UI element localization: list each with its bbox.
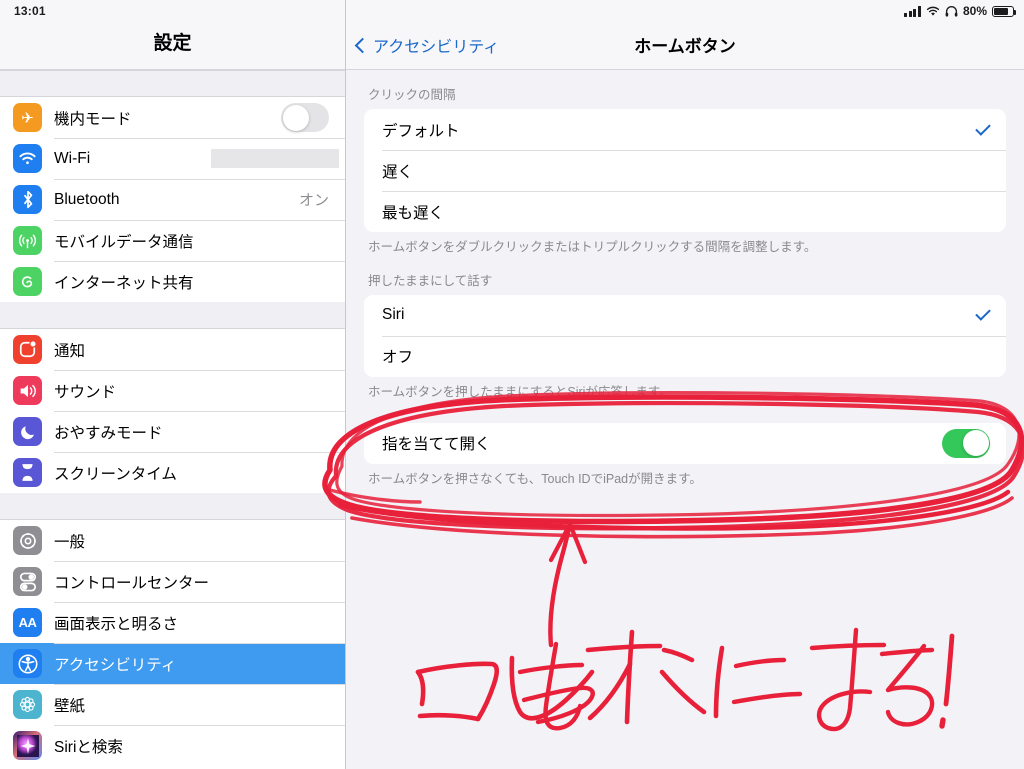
- notifications-icon: [13, 335, 42, 364]
- sidebar-item-label: Siriと検索: [54, 738, 123, 756]
- sidebar-item-2-g2[interactable]: AA 画面表示と明るさ: [0, 602, 345, 643]
- sidebar-group-separator: [0, 302, 345, 329]
- sidebar-item-label: 一般: [54, 533, 86, 551]
- sidebar-item-5-g2[interactable]: Siriと検索: [0, 725, 345, 766]
- settings-row[interactable]: Siri: [364, 295, 1006, 336]
- sidebar-item-label: サウンド: [54, 383, 117, 401]
- section-footer-note: ホームボタンをダブルクリックまたはトリプルクリックする間隔を調整します。: [368, 240, 817, 254]
- sidebar-item-3-g1[interactable]: スクリーンタイム: [0, 452, 345, 493]
- sidebar-item-label: モバイルデータ通信: [54, 233, 194, 251]
- personal-hotspot-icon: [13, 267, 42, 296]
- battery-percent: 80%: [962, 4, 987, 18]
- settings-row[interactable]: オフ: [364, 335, 1006, 377]
- airplane-mode-toggle[interactable]: [281, 103, 329, 132]
- sidebar-item-1-g2[interactable]: コントロールセンター: [0, 561, 345, 602]
- detail-pane: アクセシビリティ ホームボタン クリックの間隔 デフォルト 遅く 最も遅く ホームボタン…: [346, 0, 1024, 769]
- settings-row-label: Siri: [382, 306, 405, 324]
- battery-icon: [992, 5, 1016, 17]
- settings-row-label: デフォルト: [382, 122, 460, 140]
- rest-finger-to-open-toggle[interactable]: [942, 428, 990, 458]
- settings-row-label: 最も遅く: [382, 204, 445, 222]
- hourglass-icon: [13, 458, 42, 487]
- sidebar-item-1-g0[interactable]: Wi-Fi: [0, 138, 345, 179]
- settings-row-label: 指を当てて開く: [382, 436, 491, 454]
- checkmark-icon: [975, 305, 991, 322]
- display-brightness-icon: AA: [13, 608, 42, 637]
- bluetooth-icon: [13, 185, 42, 214]
- sidebar-group-separator: [0, 70, 345, 97]
- wifi-icon: [13, 144, 42, 173]
- toggle-knob: [962, 430, 989, 457]
- cellular-icon: [13, 226, 42, 255]
- sidebar-item-4-g0[interactable]: インターネット共有: [0, 261, 345, 302]
- toggle-knob: [282, 104, 309, 131]
- sidebar-item-0-g0[interactable]: ✈ 機内モード: [0, 97, 345, 138]
- sidebar-item-3-g0[interactable]: モバイルデータ通信: [0, 220, 345, 261]
- sidebar-item-label: 機内モード: [54, 110, 132, 128]
- sidebar-item-label: おやすみモード: [54, 424, 163, 442]
- settings-card: デフォルト遅く最も遅く: [364, 109, 1006, 232]
- sidebar-item-value: オン: [298, 192, 329, 209]
- section-footer-note: ホームボタンを押さなくても、Touch IDでiPadが開きます。: [368, 471, 702, 486]
- page-title: 設定: [153, 33, 192, 54]
- settings-row-label: オフ: [382, 349, 414, 367]
- sidebar-item-label: スクリーンタイム: [54, 465, 177, 483]
- cellular-signal-icon: [904, 5, 921, 17]
- sidebar-item-2-g0[interactable]: Bluetooth オン: [0, 179, 345, 220]
- chevron-left-icon: [354, 37, 371, 53]
- settings-sidebar: 設定 ✈ 機内モード Wi-Fi Bluetooth オンモバイルデータ通信 インターネッ…: [0, 0, 346, 769]
- sidebar-item-label: アクセシビリティ: [54, 656, 177, 674]
- settings-row[interactable]: 指を当てて開く: [364, 423, 1006, 464]
- settings-row[interactable]: 遅く: [364, 150, 1006, 191]
- sidebar-item-label: 壁紙: [54, 697, 86, 715]
- detail-section-list: クリックの間隔デフォルト遅く最も遅くホームボタンをダブルクリックまたはトリプルク…: [346, 70, 1024, 488]
- sidebar-item-2-g1[interactable]: おやすみモード: [0, 411, 345, 452]
- settings-card: Siri オフ: [364, 294, 1006, 377]
- headphones-icon: [945, 5, 958, 17]
- section-header: クリックの間隔: [368, 88, 456, 102]
- status-bar: 13:01 80%: [0, 0, 1024, 22]
- ipad-settings-screen: 13:01 80% 設定 ✈ 機内モード Wi-Fi Bluetooth オンモバイルデ…: [0, 0, 1024, 769]
- back-button[interactable]: アクセシビリティ: [354, 33, 500, 57]
- moon-icon: [13, 417, 42, 446]
- sidebar-item-4-g2[interactable]: 壁紙: [0, 684, 345, 725]
- gear-icon: [13, 526, 42, 555]
- airplane-icon: ✈: [13, 103, 42, 132]
- control-center-icon: [13, 567, 42, 596]
- sidebar-item-0-g2[interactable]: 一般: [0, 520, 345, 561]
- sidebar-item-label: 画面表示と明るさ: [54, 615, 179, 633]
- settings-card: 指を当てて開く: [364, 422, 1006, 464]
- section-footer-note: ホームボタンを押したままにするとSiriが応答します。: [368, 384, 672, 399]
- back-button-label: アクセシビリティ: [373, 39, 500, 56]
- accessibility-icon: [13, 649, 42, 678]
- sidebar-item-label: Wi-Fi: [54, 149, 91, 167]
- wifi-value-redacted: [211, 149, 339, 168]
- section-header: 押したままにして話す: [368, 273, 493, 288]
- sidebar-group-separator: [0, 493, 345, 520]
- sidebar-item-label: インターネット共有: [54, 274, 194, 292]
- sidebar-item-1-g1[interactable]: サウンド: [0, 370, 345, 411]
- settings-row-label: 遅く: [382, 163, 414, 181]
- wifi-icon: [926, 6, 940, 16]
- sounds-icon: [13, 376, 42, 405]
- settings-row[interactable]: デフォルト: [364, 109, 1006, 150]
- siri-icon: [13, 731, 42, 760]
- sidebar-item-label: コントロールセンター: [54, 574, 210, 592]
- sidebar-group-list: ✈ 機内モード Wi-Fi Bluetooth オンモバイルデータ通信 インターネット共有…: [0, 70, 345, 766]
- sidebar-item-label: Bluetooth: [54, 190, 120, 208]
- sidebar-item-0-g1[interactable]: 通知: [0, 329, 345, 370]
- settings-row[interactable]: 最も遅く: [364, 191, 1006, 232]
- sidebar-item-3-g2[interactable]: アクセシビリティ: [0, 643, 345, 684]
- sidebar-item-label: 通知: [54, 342, 86, 360]
- status-bar-indicators: 80%: [904, 4, 1016, 18]
- wallpaper-icon: [13, 690, 42, 719]
- checkmark-icon: [975, 119, 991, 136]
- status-bar-time: 13:01: [14, 4, 46, 18]
